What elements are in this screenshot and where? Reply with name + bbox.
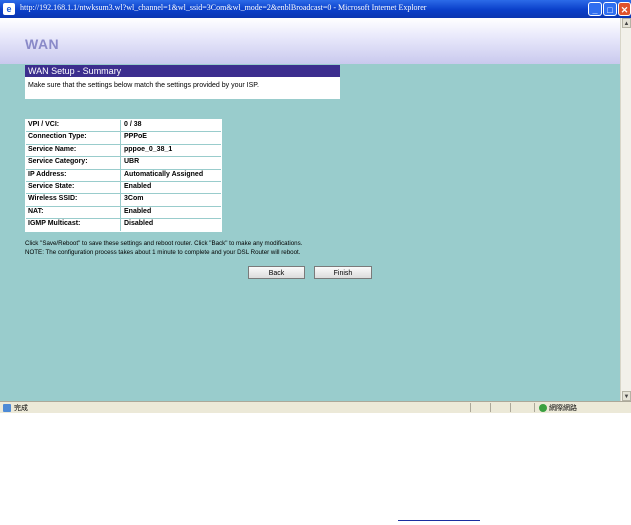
setting-value: 0 / 38 bbox=[124, 121, 142, 128]
table-row: Service Category: UBR bbox=[26, 157, 221, 170]
table-row: Service Name: pppoe_0_38_1 bbox=[26, 144, 221, 158]
page-content: WAN WAN Setup - Summary Make sure that t… bbox=[0, 18, 620, 401]
setting-key: Connection Type: bbox=[28, 133, 87, 141]
status-text: 完成 bbox=[14, 405, 28, 412]
setting-key: Service Category: bbox=[28, 158, 88, 166]
setting-key: Service Name: bbox=[28, 145, 77, 153]
underline-divider bbox=[398, 520, 480, 521]
status-divider bbox=[534, 403, 535, 412]
status-bar: 完成 網際網路 bbox=[0, 401, 631, 413]
setting-value: Automatically Assigned bbox=[124, 170, 204, 178]
maximize-button[interactable]: □ bbox=[603, 2, 617, 16]
setting-key: VPI / VCI: bbox=[28, 121, 60, 128]
setting-value: pppoe_0_38_1 bbox=[124, 145, 173, 153]
setting-key: Wireless SSID: bbox=[28, 195, 78, 203]
setting-key: NAT: bbox=[28, 207, 44, 215]
finish-button[interactable]: Finish bbox=[314, 266, 372, 279]
back-button[interactable]: Back bbox=[248, 266, 305, 279]
security-zone-text: 網際網路 bbox=[549, 405, 577, 412]
setting-value: Disabled bbox=[124, 220, 154, 228]
page-done-icon bbox=[3, 404, 11, 412]
setting-value: PPPoE bbox=[124, 133, 147, 141]
setting-value: Enabled bbox=[124, 207, 152, 215]
settings-table: VPI / VCI: 0 / 38 Connection Type: PPPoE S… bbox=[25, 119, 222, 232]
vertical-scrollbar[interactable]: ▲ ▼ bbox=[620, 18, 631, 401]
setting-value: UBR bbox=[124, 158, 140, 166]
scroll-down-icon[interactable]: ▼ bbox=[622, 391, 631, 401]
scroll-up-icon[interactable]: ▲ bbox=[622, 18, 631, 28]
table-row: IGMP Multicast: Disabled bbox=[26, 219, 221, 231]
setting-value: 3Com bbox=[124, 195, 144, 203]
page-title: WAN bbox=[25, 36, 60, 52]
summary-header: WAN Setup - Summary bbox=[25, 65, 340, 77]
summary-panel: WAN Setup - Summary Make sure that the s… bbox=[25, 65, 340, 99]
close-button[interactable]: ✕ bbox=[618, 2, 631, 16]
summary-description: Make sure that the settings below match … bbox=[28, 82, 259, 89]
table-row: IP Address: Automatically Assigned bbox=[26, 169, 221, 182]
status-divider bbox=[510, 403, 511, 412]
setting-value: Enabled bbox=[124, 182, 152, 190]
setting-key: IGMP Multicast: bbox=[28, 220, 81, 228]
browser-window: e http://192.168.1.1/ntwksum3.wl?wl_chan… bbox=[0, 0, 631, 413]
setting-key: IP Address: bbox=[28, 170, 67, 178]
ie-icon: e bbox=[3, 3, 15, 15]
page-banner: WAN bbox=[0, 18, 620, 64]
setting-key: Service State: bbox=[28, 182, 75, 190]
status-divider bbox=[490, 403, 491, 412]
table-row: NAT: Enabled bbox=[26, 206, 221, 220]
title-bar[interactable]: e http://192.168.1.1/ntwksum3.wl?wl_chan… bbox=[0, 0, 631, 18]
reboot-note: NOTE: The configuration process takes ab… bbox=[25, 249, 301, 256]
table-row: Service State: Enabled bbox=[26, 181, 221, 195]
status-divider bbox=[470, 403, 471, 412]
minimize-button[interactable]: _ bbox=[588, 2, 602, 16]
table-row: Wireless SSID: 3Com bbox=[26, 194, 221, 207]
internet-zone-icon bbox=[539, 404, 547, 412]
instruction-note: Click "Save/Reboot" to save these settin… bbox=[25, 240, 303, 247]
window-title: http://192.168.1.1/ntwksum3.wl?wl_channe… bbox=[20, 3, 427, 12]
table-row: VPI / VCI: 0 / 38 bbox=[26, 120, 221, 133]
table-row: Connection Type: PPPoE bbox=[26, 132, 221, 145]
